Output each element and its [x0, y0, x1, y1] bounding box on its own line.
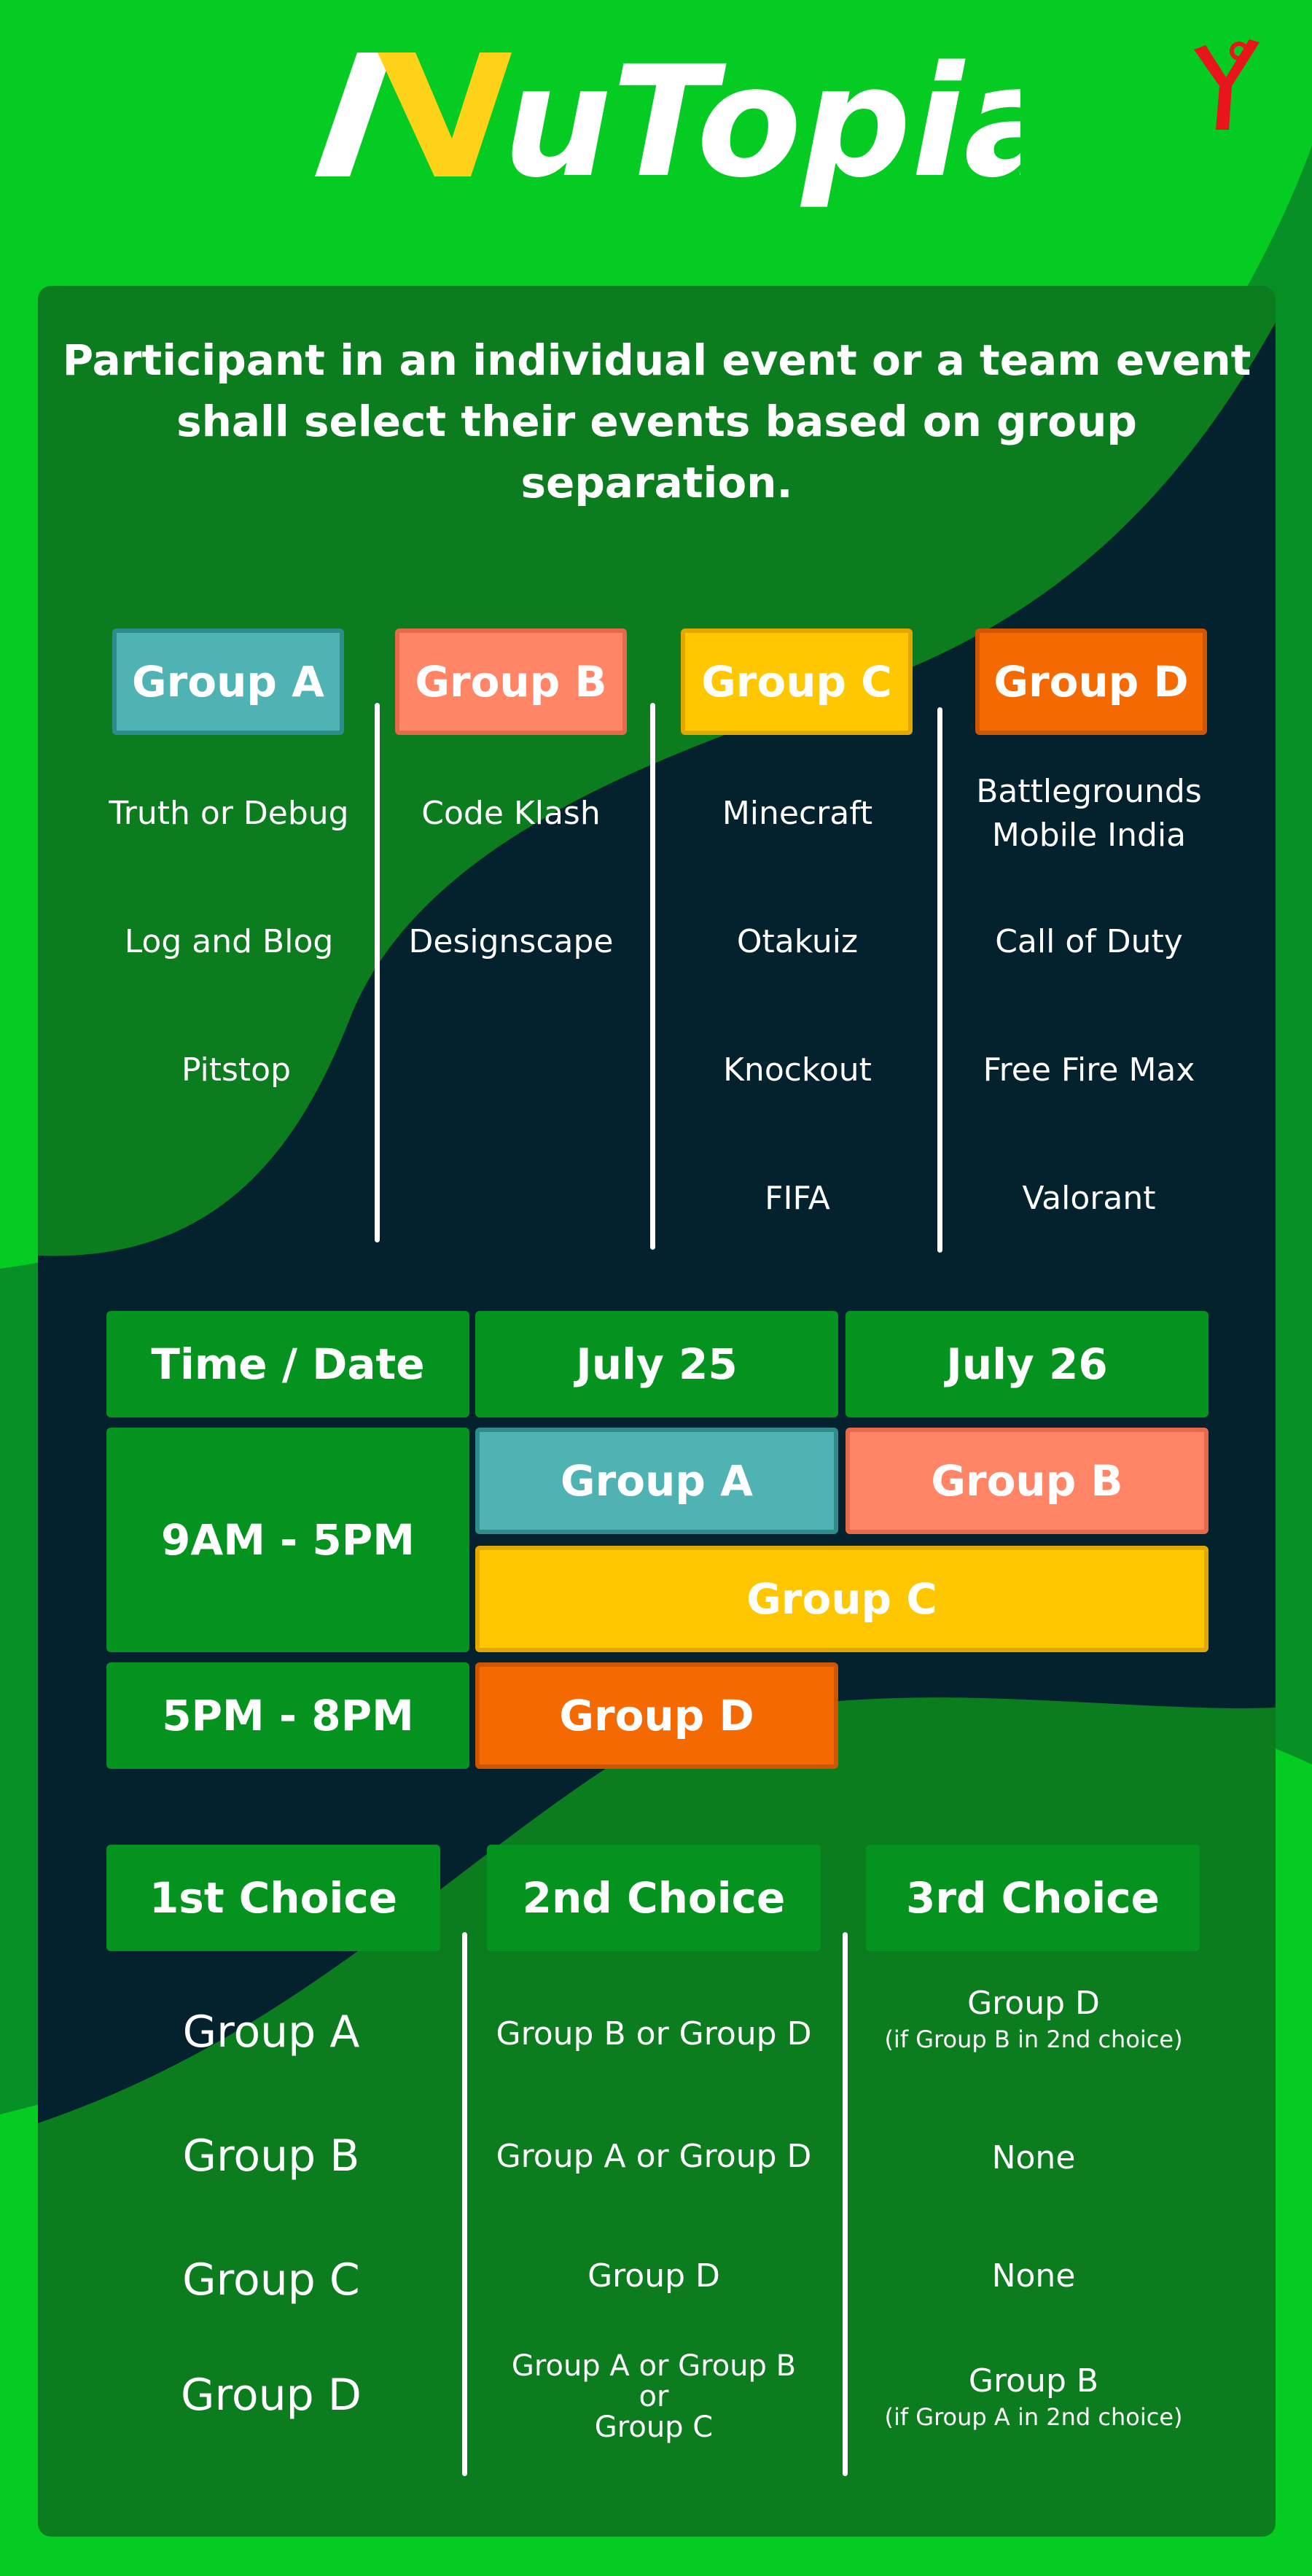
choice-third-row1-value: Group D	[967, 1985, 1100, 2022]
schedule-slot1-time: 9AM - 5PM	[106, 1428, 469, 1652]
choice-third-row1-note: (if Group B in 2nd choice)	[884, 2026, 1183, 2053]
choice-second-row1: Group B or Group D	[496, 2015, 812, 2052]
choice-second-row3: Group D	[587, 2257, 720, 2295]
choice-third-row4-value: Group B	[968, 2362, 1099, 2400]
choice-second-row4-line1: Group A or Group B	[511, 2349, 797, 2383]
choice-second-row4: Group A or Group B or Group C	[472, 2351, 836, 2443]
choice-header-1st: 1st Choice	[106, 1845, 440, 1951]
logo-text: uTopia	[503, 33, 1020, 211]
event-truth-or-debug: Truth or Debug	[109, 795, 349, 832]
group-divider	[375, 703, 380, 1242]
intro-line-2: shall select their events based on group…	[176, 397, 1137, 507]
event-minecraft: Minecraft	[722, 795, 873, 832]
choice-divider	[843, 1932, 848, 2476]
choice-first-group-c: Group C	[182, 2254, 360, 2305]
group-d-header: Group D	[975, 629, 1207, 735]
choice-third-row2: None	[991, 2139, 1076, 2176]
schedule-slot1-group-b: Group B	[846, 1428, 1208, 1534]
event-knockout: Knockout	[723, 1051, 872, 1089]
schedule-slot1-group-a: Group A	[475, 1428, 838, 1534]
event-otakuiz: Otakuiz	[736, 923, 859, 960]
event-free-fire-max: Free Fire Max	[983, 1051, 1195, 1089]
choice-header-3rd: 3rd Choice	[866, 1845, 1200, 1951]
choice-third-row3: None	[991, 2257, 1076, 2295]
group-c-header: Group C	[681, 629, 913, 735]
choice-first-group-a: Group A	[182, 2007, 360, 2058]
event-log-and-blog: Log and Blog	[124, 923, 334, 960]
event-call-of-duty: Call of Duty	[995, 923, 1183, 960]
event-designscape: Designscape	[408, 923, 614, 960]
choice-third-row4: Group B (if Group A in 2nd choice)	[851, 2362, 1216, 2434]
group-divider	[937, 707, 942, 1253]
event-valorant: Valorant	[1022, 1180, 1156, 1217]
event-code-klash: Code Klash	[421, 795, 601, 832]
brand-mark-icon	[1194, 39, 1260, 130]
event-fifa: FIFA	[765, 1180, 830, 1217]
choice-third-row1: Group D (if Group B in 2nd choice)	[851, 1985, 1216, 2056]
schedule-slot1-group-c: Group C	[475, 1546, 1208, 1652]
choice-third-row4-note: (if Group A in 2nd choice)	[884, 2403, 1183, 2431]
nutopia-logo: uTopia	[315, 33, 1020, 211]
group-divider	[650, 703, 655, 1250]
choice-divider	[462, 1932, 467, 2476]
schedule-header-july-26: July 26	[846, 1311, 1208, 1417]
group-b-header: Group B	[395, 629, 627, 735]
choice-header-2nd: 2nd Choice	[487, 1845, 821, 1951]
schedule-slot2-time: 5PM - 8PM	[106, 1662, 469, 1769]
intro-line-1: Participant in an individual event or a …	[62, 335, 1252, 385]
schedule-slot2-group-d: Group D	[475, 1662, 838, 1769]
event-pitstop: Pitstop	[181, 1051, 292, 1089]
choice-second-row2: Group A or Group D	[496, 2138, 812, 2175]
choice-first-group-d: Group D	[181, 2370, 362, 2421]
schedule-header-july-25: July 25	[475, 1311, 838, 1417]
choice-first-group-b: Group B	[182, 2131, 360, 2182]
intro-text: Participant in an individual event or a …	[38, 330, 1276, 513]
event-bgmi: Battlegrounds Mobile India	[976, 773, 1202, 854]
choice-second-row4-line2: or	[639, 2380, 669, 2413]
group-a-header: Group A	[112, 629, 344, 735]
choice-second-row4-line3: Group C	[594, 2410, 714, 2444]
main-panel: Participant in an individual event or a …	[38, 286, 1276, 2537]
schedule-header-time: Time / Date	[106, 1311, 469, 1417]
